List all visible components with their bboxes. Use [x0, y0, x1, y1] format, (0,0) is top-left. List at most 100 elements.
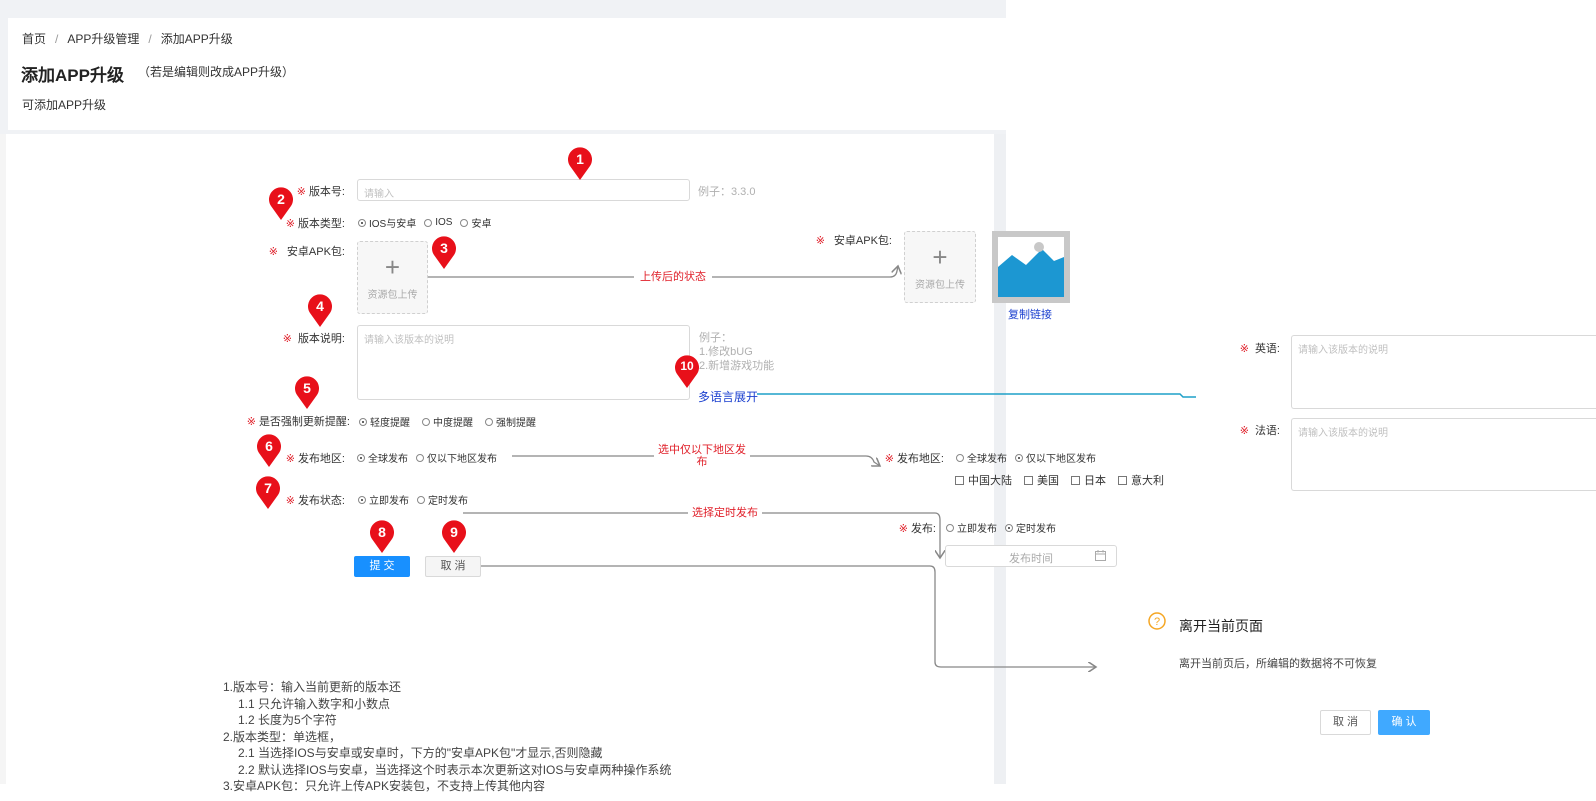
version-desc-hint: 例子： 1.修改bUG 2.新增游戏功能	[699, 332, 775, 372]
checkbox-icon	[955, 475, 964, 485]
radio-publish-scheduled[interactable]: 定时发布	[1005, 520, 1056, 535]
marker-1: 1	[567, 147, 593, 181]
connector-multilang	[757, 393, 1196, 398]
checkbox-icon	[1024, 475, 1033, 485]
radio-ios[interactable]: IOS	[424, 217, 452, 228]
radio-selected-icon	[358, 495, 366, 504]
checkbox-china[interactable]: 中国大陆	[955, 472, 1012, 488]
radio-selected-icon	[358, 218, 366, 227]
expanded-publish-label: ※ 发布:	[898, 523, 936, 535]
version-input[interactable]: 请输入	[357, 179, 690, 201]
radio-global[interactable]: 全球发布	[956, 450, 1007, 465]
radio-icon	[424, 218, 433, 227]
marker-9: 9	[441, 520, 467, 554]
version-label: ※ 版本号:	[296, 186, 345, 198]
radio-icon	[956, 453, 964, 462]
plus-icon: +	[384, 252, 401, 282]
note-line: 1.2 长度为5个字符	[238, 713, 337, 727]
checkbox-usa[interactable]: 美国	[1024, 472, 1059, 488]
warning-question-icon: ?	[1148, 612, 1166, 630]
radio-publish-scheduled[interactable]: 定时发布	[417, 492, 468, 507]
expanded-publish-radio-group: 立即发布 定时发布	[946, 520, 1056, 535]
radio-selected-icon	[359, 417, 367, 426]
image-placeholder-icon	[998, 237, 1064, 297]
annotation-after-upload: 上传后的状态	[634, 271, 712, 283]
radio-android[interactable]: 安卓	[460, 215, 491, 230]
marker-6: 6	[256, 434, 282, 468]
marker-4: 4	[307, 294, 333, 328]
checkbox-japan[interactable]: 日本	[1071, 472, 1106, 488]
radio-icon	[416, 453, 424, 462]
marker-10: 10	[674, 355, 700, 389]
cancel-button[interactable]: 取 消	[425, 556, 481, 577]
force-update-radio-group: 轻度提醒 中度提醒 强制提醒	[359, 414, 536, 429]
leave-dialog-confirm-button[interactable]: 确 认	[1378, 710, 1430, 735]
radio-selected-icon	[357, 453, 365, 462]
note-line: 1.1 只允许输入数字和小数点	[238, 696, 391, 711]
radio-icon	[485, 417, 493, 426]
publish-time-picker[interactable]: 发布时间	[945, 545, 1117, 567]
french-desc-textarea[interactable]: 请输入该版本的说明	[1291, 418, 1596, 491]
marker-8: 8	[369, 520, 395, 554]
plus-icon: +	[932, 242, 948, 272]
uploaded-image-thumbnail	[992, 231, 1070, 303]
radio-publish-now[interactable]: 立即发布	[358, 492, 409, 507]
note-line: 2.版本类型：单选框，	[223, 729, 342, 744]
leave-dialog-message: 离开当前页后，所编辑的数据将不可恢复	[1179, 658, 1377, 670]
leave-dialog-cancel-button[interactable]: 取 消	[1320, 710, 1371, 735]
connector-timed	[463, 512, 940, 558]
apk-upload-button[interactable]: + 资源包上传	[357, 241, 428, 314]
upload-text: 资源包上传	[915, 280, 965, 291]
publish-status-label: ※ 发布状态:	[285, 495, 345, 507]
checkbox-icon	[1118, 475, 1127, 485]
english-desc-textarea[interactable]: 请输入该版本的说明	[1291, 335, 1596, 409]
radio-selected-regions[interactable]: 仅以下地区发布	[416, 450, 497, 465]
radio-light-reminder[interactable]: 轻度提醒	[359, 414, 410, 429]
radio-icon	[422, 417, 430, 426]
svg-text:?: ?	[1154, 616, 1160, 628]
calendar-icon	[1095, 550, 1106, 564]
uploaded-apk-label: ※ 安卓APK包:	[815, 235, 892, 247]
version-desc-textarea[interactable]: 请输入该版本的说明	[357, 325, 690, 400]
english-label: ※ 英语:	[1239, 343, 1280, 355]
requirement-notes: 1.版本号：输入当前更新的版本还 1.1 只允许输入数字和小数点 1.2 长度为…	[223, 679, 671, 795]
connector-cancel	[481, 565, 1096, 667]
expanded-region-label: ※ 发布地区:	[884, 453, 944, 465]
radio-force-reminder[interactable]: 强制提醒	[485, 414, 536, 429]
radio-publish-now[interactable]: 立即发布	[946, 520, 997, 535]
force-update-label: ※ 是否强制更新提醒:	[246, 416, 350, 428]
country-checkbox-group: 中国大陆 美国 日本 意大利	[955, 472, 1164, 488]
submit-button[interactable]: 提 交	[354, 556, 410, 577]
region-radio-group: 全球发布 仅以下地区发布	[357, 450, 497, 465]
uploaded-apk-upload-button[interactable]: + 资源包上传	[904, 231, 976, 303]
radio-selected-regions[interactable]: 仅以下地区发布	[1015, 450, 1096, 465]
french-label: ※ 法语:	[1239, 425, 1280, 437]
radio-selected-icon	[1005, 523, 1013, 532]
radio-icon	[946, 523, 954, 532]
publish-status-radio-group: 立即发布 定时发布	[358, 492, 468, 507]
radio-medium-reminder[interactable]: 中度提醒	[422, 414, 473, 429]
checkbox-italy[interactable]: 意大利	[1118, 472, 1164, 488]
leave-dialog-title: 离开当前页面	[1179, 618, 1263, 634]
version-type-radio-group: IOS与安卓 IOS 安卓	[358, 215, 491, 230]
version-hint: 例子：3.3.0	[698, 186, 756, 198]
marker-2: 2	[268, 187, 294, 221]
marker-7: 7	[255, 476, 281, 510]
radio-ios-android[interactable]: IOS与安卓	[358, 215, 416, 230]
version-desc-label: ※ 版本说明:	[282, 333, 345, 345]
radio-global[interactable]: 全球发布	[357, 450, 408, 465]
radio-icon	[460, 218, 469, 227]
radio-selected-icon	[1015, 453, 1023, 462]
marker-5: 5	[294, 376, 320, 410]
note-line: 2.1 当选择IOS与安卓或安卓时，下方的"安卓APK包"才显示,否则隐藏	[238, 746, 603, 760]
note-line: 3.安卓APK包：只允许上传APK安装包，不支持上传其他内容	[223, 779, 546, 793]
multilang-expand-link[interactable]: 多语言展开	[698, 388, 758, 405]
note-line: 2.2 默认选择IOS与安卓，当选择这个时表示本次更新这对IOS与安卓两种操作系…	[238, 762, 672, 777]
checkbox-icon	[1071, 475, 1080, 485]
apk-label: ※ 安卓APK包:	[268, 246, 345, 258]
expanded-region-radio-group: 全球发布 仅以下地区发布	[956, 450, 1096, 465]
marker-3: 3	[431, 236, 457, 270]
note-line: 1.版本号：输入当前更新的版本还	[223, 680, 402, 694]
upload-text: 资源包上传	[367, 290, 418, 301]
copy-link[interactable]: 复制链接	[1008, 306, 1052, 322]
